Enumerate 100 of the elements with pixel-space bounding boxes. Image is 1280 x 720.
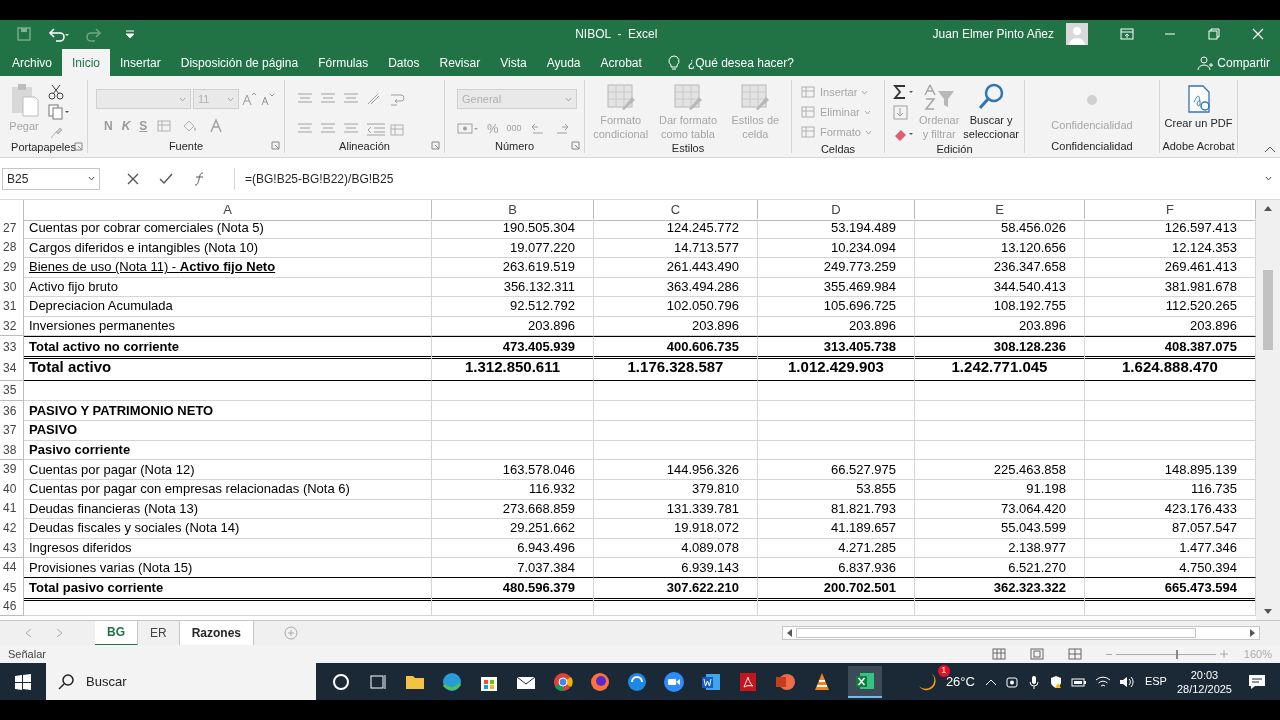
pdf-reader-icon[interactable] [737, 670, 759, 693]
ribbon-tab[interactable]: Revisar [429, 49, 491, 76]
decrease-font-icon[interactable] [259, 91, 275, 107]
swirl-icon[interactable] [626, 670, 648, 693]
formula-field[interactable]: =(BG!B25-BG!B22)/BG!B25 [234, 167, 1278, 190]
column-header[interactable]: D [758, 200, 915, 221]
page-break-icon[interactable] [1067, 648, 1082, 660]
shield-warning-icon[interactable] [1048, 674, 1063, 689]
indent-icon[interactable] [366, 122, 386, 136]
sheet-tab[interactable]: BG [95, 620, 138, 646]
browser-wave-icon[interactable] [441, 670, 463, 693]
dialog-launcher-icon[interactable] [271, 141, 280, 150]
merge-cells-icon[interactable] [389, 122, 405, 138]
column-header[interactable]: E [915, 200, 1085, 221]
restore-icon[interactable] [1208, 28, 1220, 40]
ribbon-tab[interactable]: Ayuda [536, 49, 591, 76]
vertical-scrollbar[interactable] [1256, 200, 1280, 620]
column-header[interactable]: A [24, 200, 432, 221]
chrome-ball-icon[interactable] [552, 670, 574, 693]
scissors-icon[interactable] [48, 84, 64, 100]
scroll-right-icon[interactable] [1249, 628, 1257, 638]
font-color-icon[interactable] [208, 118, 225, 134]
column-header[interactable]: F [1085, 200, 1256, 221]
borders-icon[interactable] [156, 118, 173, 134]
sheet-tab[interactable]: Razones [179, 620, 255, 646]
column-header[interactable]: C [594, 200, 758, 221]
scrollbar-thumb[interactable] [796, 628, 1196, 638]
page-layout-icon[interactable] [1029, 648, 1044, 660]
collapse-ribbon-icon[interactable] [1264, 145, 1276, 153]
battery-icon[interactable] [1070, 675, 1087, 688]
row-header[interactable]: 42 [0, 518, 24, 539]
font-name-field[interactable] [96, 89, 191, 109]
windows-logo-icon[interactable] [15, 673, 31, 690]
video-call-icon[interactable] [663, 670, 685, 693]
ribbon-tab[interactable]: Fórmulas [308, 49, 379, 76]
create-pdf-button[interactable]: Crear un PDF [1162, 80, 1235, 130]
tray-chevron-icon[interactable] [984, 677, 997, 686]
autosum-icon[interactable] [893, 84, 915, 100]
ribbon-tab[interactable]: Disposición de página [170, 49, 309, 76]
enter-icon[interactable] [159, 172, 173, 185]
row-header[interactable]: 34 [0, 355, 24, 382]
wifi-icon[interactable] [1094, 674, 1111, 689]
ribbon-tab[interactable]: Insertar [110, 49, 171, 76]
notifications-icon[interactable] [1248, 673, 1266, 690]
zoom-in-icon[interactable] [1219, 650, 1228, 658]
column-header[interactable]: B [432, 200, 594, 221]
currency-icon[interactable] [457, 120, 479, 137]
conditional-format-icon [605, 83, 636, 111]
share-button[interactable]: Compartir [1197, 49, 1270, 76]
row-header[interactable]: 43 [0, 537, 24, 559]
camera-icon[interactable] [1004, 674, 1019, 689]
add-sheet-icon[interactable] [284, 626, 299, 640]
wrap-text-icon[interactable] [389, 92, 405, 108]
previous-sheet-icon[interactable] [24, 628, 32, 638]
scroll-down-icon[interactable] [1263, 608, 1273, 616]
taskbar-clock[interactable]: 20:03 28/12/2025 [1176, 667, 1232, 696]
table-cell-text: 1.176.328.587 [627, 357, 724, 378]
dialog-launcher-icon[interactable] [571, 141, 580, 150]
ribbon-tab[interactable]: Vista [490, 49, 537, 76]
row-header[interactable]: 40 [0, 479, 24, 500]
row-header[interactable]: 37 [0, 420, 24, 441]
next-sheet-icon[interactable] [56, 628, 64, 638]
row-header[interactable]: 31 [0, 296, 24, 317]
ribbon-display-icon[interactable] [1120, 28, 1134, 40]
normal-view-icon[interactable] [991, 648, 1006, 660]
ribbon-tab[interactable]: Inicio [62, 49, 111, 76]
taskbar-search-field[interactable]: Buscar [46, 663, 316, 700]
speaker-icon[interactable] [1118, 674, 1135, 689]
customize-toolbar-icon[interactable] [124, 28, 136, 40]
zoom-slider-thumb[interactable] [1175, 649, 1178, 659]
row-header[interactable]: 32 [0, 315, 24, 337]
row-header[interactable]: 29 [0, 257, 24, 278]
table-cell-text: 41.189.657 [830, 519, 896, 538]
scroll-left-icon[interactable] [785, 628, 793, 638]
microphone-icon[interactable] [1026, 674, 1041, 689]
horizontal-scrollbar[interactable] [782, 626, 1260, 640]
save-icon[interactable] [16, 26, 32, 42]
cancel-icon[interactable] [127, 172, 139, 185]
undo-icon[interactable] [48, 26, 70, 42]
ribbon-tab[interactable]: Archivo [2, 49, 62, 76]
close-icon[interactable] [1252, 28, 1264, 40]
row-header[interactable]: 35 [0, 381, 24, 401]
table-cell-text: 12.124.353 [1171, 238, 1237, 257]
increase-font-icon[interactable] [241, 91, 257, 107]
row-header[interactable]: 27 [0, 218, 24, 239]
row-header[interactable]: 38 [0, 439, 24, 461]
increase-decimal-icon[interactable] [529, 121, 546, 136]
tell-me-field[interactable]: ¿Qué desea hacer? [687, 53, 794, 72]
table-cell-text: Total activo no corriente [29, 337, 179, 356]
dialog-launcher-icon[interactable] [74, 142, 83, 151]
fox-globe-icon[interactable] [589, 670, 611, 693]
name-box[interactable]: B25 [2, 167, 100, 190]
find-select-button[interactable]: Buscar y seleccionar [963, 80, 1019, 142]
ribbon-tab[interactable]: Acrobat [590, 49, 652, 76]
dialog-launcher-icon[interactable] [431, 141, 440, 150]
scroll-up-icon[interactable] [1263, 204, 1273, 212]
table-cell-text: 124.245.772 [666, 219, 739, 237]
scrollbar-thumb[interactable] [1263, 270, 1273, 350]
ribbon-tab[interactable]: Datos [378, 49, 430, 76]
input-language[interactable]: ESP [1144, 673, 1167, 690]
